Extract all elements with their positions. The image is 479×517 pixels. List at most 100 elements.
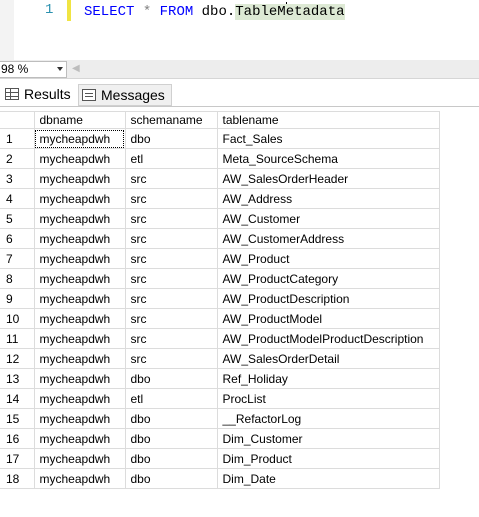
cell-tablename[interactable]: AW_CustomerAddress — [216, 228, 440, 249]
table-row[interactable]: 6 mycheapdwh src AW_CustomerAddress — [0, 228, 440, 249]
table-row[interactable]: 11 mycheapdwh src AW_ProductModelProductDes… — [0, 328, 440, 349]
row-number-cell[interactable]: 15 — [0, 408, 35, 429]
cell-schemaname[interactable]: dbo — [124, 428, 218, 449]
cell-schemaname[interactable]: dbo — [124, 448, 218, 469]
table-row[interactable]: 1 mycheapdwh dbo Fact_Sales — [0, 128, 440, 149]
cell-tablename[interactable]: Fact_Sales — [216, 128, 440, 149]
cell-dbname[interactable]: mycheapdwh — [33, 228, 126, 249]
cell-dbname[interactable]: mycheapdwh — [33, 428, 126, 449]
row-number-cell[interactable]: 17 — [0, 448, 35, 469]
row-number-cell[interactable]: 11 — [0, 328, 35, 349]
column-header-dbname[interactable]: dbname — [33, 111, 126, 129]
row-number-cell[interactable]: 10 — [0, 308, 35, 329]
cell-schemaname[interactable]: src — [124, 188, 218, 209]
cell-schemaname[interactable]: etl — [124, 388, 218, 409]
cell-dbname[interactable]: mycheapdwh — [33, 188, 126, 209]
cell-dbname[interactable]: mycheapdwh — [33, 148, 126, 169]
cell-tablename[interactable]: Dim_Customer — [216, 428, 440, 449]
cell-tablename[interactable]: AW_Address — [216, 188, 440, 209]
cell-tablename[interactable]: AW_ProductDescription — [216, 288, 440, 309]
grid-corner-cell[interactable] — [0, 111, 35, 129]
cell-tablename[interactable]: AW_SalesOrderHeader — [216, 168, 440, 189]
cell-tablename[interactable]: Meta_SourceSchema — [216, 148, 440, 169]
chevron-down-icon[interactable] — [57, 67, 63, 71]
row-number-cell[interactable]: 6 — [0, 228, 35, 249]
cell-schemaname[interactable]: dbo — [124, 408, 218, 429]
column-header-tablename[interactable]: tablename — [216, 111, 440, 129]
table-row[interactable]: 9 mycheapdwh src AW_ProductDescription — [0, 288, 440, 309]
cell-schemaname[interactable]: src — [124, 348, 218, 369]
cell-schemaname[interactable]: src — [124, 288, 218, 309]
cell-schemaname[interactable]: dbo — [124, 368, 218, 389]
cell-dbname[interactable]: mycheapdwh — [33, 268, 126, 289]
cell-schemaname[interactable]: src — [124, 228, 218, 249]
row-number-cell[interactable]: 4 — [0, 188, 35, 209]
table-row[interactable]: 12 mycheapdwh src AW_SalesOrderDetail — [0, 348, 440, 369]
row-number-cell[interactable]: 12 — [0, 348, 35, 369]
cell-schemaname[interactable]: etl — [124, 148, 218, 169]
cell-schemaname[interactable]: src — [124, 328, 218, 349]
row-number-cell[interactable]: 2 — [0, 148, 35, 169]
row-number-cell[interactable]: 13 — [0, 368, 35, 389]
row-number-cell[interactable]: 18 — [0, 468, 35, 489]
cell-schemaname[interactable]: dbo — [124, 128, 218, 149]
table-row[interactable]: 13 mycheapdwh dbo Ref_Holiday — [0, 368, 440, 389]
table-row[interactable]: 14 mycheapdwh etl ProcList — [0, 388, 440, 409]
cell-dbname[interactable]: mycheapdwh — [33, 208, 126, 229]
row-number-cell[interactable]: 8 — [0, 268, 35, 289]
cell-tablename[interactable]: Dim_Product — [216, 448, 440, 469]
table-row[interactable]: 16 mycheapdwh dbo Dim_Customer — [0, 428, 440, 449]
row-number-cell[interactable]: 16 — [0, 428, 35, 449]
cell-schemaname[interactable]: dbo — [124, 468, 218, 489]
table-row[interactable]: 10 mycheapdwh src AW_ProductModel — [0, 308, 440, 329]
cell-dbname[interactable]: mycheapdwh — [33, 328, 126, 349]
row-number-cell[interactable]: 9 — [0, 288, 35, 309]
sql-code-line[interactable]: SELECT * FROM dbo.TableMetadata — [84, 2, 345, 20]
table-row[interactable]: 2 mycheapdwh etl Meta_SourceSchema — [0, 148, 440, 169]
table-row[interactable]: 15 mycheapdwh dbo __RefactorLog — [0, 408, 440, 429]
cell-tablename[interactable]: AW_Product — [216, 248, 440, 269]
table-row[interactable]: 18 mycheapdwh dbo Dim_Date — [0, 468, 440, 489]
cell-dbname[interactable]: mycheapdwh — [33, 448, 126, 469]
row-number-cell[interactable]: 3 — [0, 168, 35, 189]
column-header-schemaname[interactable]: schemaname — [124, 111, 218, 129]
cell-schemaname[interactable]: src — [124, 268, 218, 289]
cell-tablename[interactable]: __RefactorLog — [216, 408, 440, 429]
cell-dbname[interactable]: mycheapdwh — [33, 388, 126, 409]
cell-tablename[interactable]: AW_ProductCategory — [216, 268, 440, 289]
cell-dbname[interactable]: mycheapdwh — [33, 408, 126, 429]
table-row[interactable]: 17 mycheapdwh dbo Dim_Product — [0, 448, 440, 469]
scroll-left-icon[interactable]: ◀ — [72, 63, 80, 74]
table-row[interactable]: 8 mycheapdwh src AW_ProductCategory — [0, 268, 440, 289]
table-row[interactable]: 7 mycheapdwh src AW_Product — [0, 248, 440, 269]
cell-schemaname[interactable]: src — [124, 208, 218, 229]
cell-dbname[interactable]: mycheapdwh — [33, 308, 126, 329]
row-number-cell[interactable]: 5 — [0, 208, 35, 229]
cell-dbname[interactable]: mycheapdwh — [33, 248, 126, 269]
row-number-cell[interactable]: 14 — [0, 388, 35, 409]
cell-tablename[interactable]: ProcList — [216, 388, 440, 409]
table-row[interactable]: 4 mycheapdwh src AW_Address — [0, 188, 440, 209]
cell-dbname[interactable]: mycheapdwh — [33, 168, 126, 189]
cell-tablename[interactable]: AW_SalesOrderDetail — [216, 348, 440, 369]
cell-tablename[interactable]: AW_Customer — [216, 208, 440, 229]
cell-schemaname[interactable]: src — [124, 168, 218, 189]
cell-tablename[interactable]: Dim_Date — [216, 468, 440, 489]
table-row[interactable]: 3 mycheapdwh src AW_SalesOrderHeader — [0, 168, 440, 189]
cell-tablename[interactable]: Ref_Holiday — [216, 368, 440, 389]
cell-schemaname[interactable]: src — [124, 248, 218, 269]
cell-dbname[interactable]: mycheapdwh — [33, 468, 126, 489]
tab-results[interactable]: Results — [2, 84, 74, 104]
table-row[interactable]: 5 mycheapdwh src AW_Customer — [0, 208, 440, 229]
cell-schemaname[interactable]: src — [124, 308, 218, 329]
row-number-cell[interactable]: 1 — [0, 128, 35, 149]
cell-dbname[interactable]: mycheapdwh — [33, 288, 126, 309]
query-editor[interactable]: 1 SELECT * FROM dbo.TableMetadata — [0, 0, 479, 60]
row-number-cell[interactable]: 7 — [0, 248, 35, 269]
cell-tablename[interactable]: AW_ProductModel — [216, 308, 440, 329]
cell-dbname[interactable]: mycheapdwh — [33, 348, 126, 369]
cell-dbname[interactable]: mycheapdwh — [33, 128, 126, 149]
tab-messages[interactable]: Messages — [78, 84, 172, 106]
zoom-dropdown[interactable]: 98 % — [0, 61, 67, 78]
cell-tablename[interactable]: AW_ProductModelProductDescription — [216, 328, 440, 349]
